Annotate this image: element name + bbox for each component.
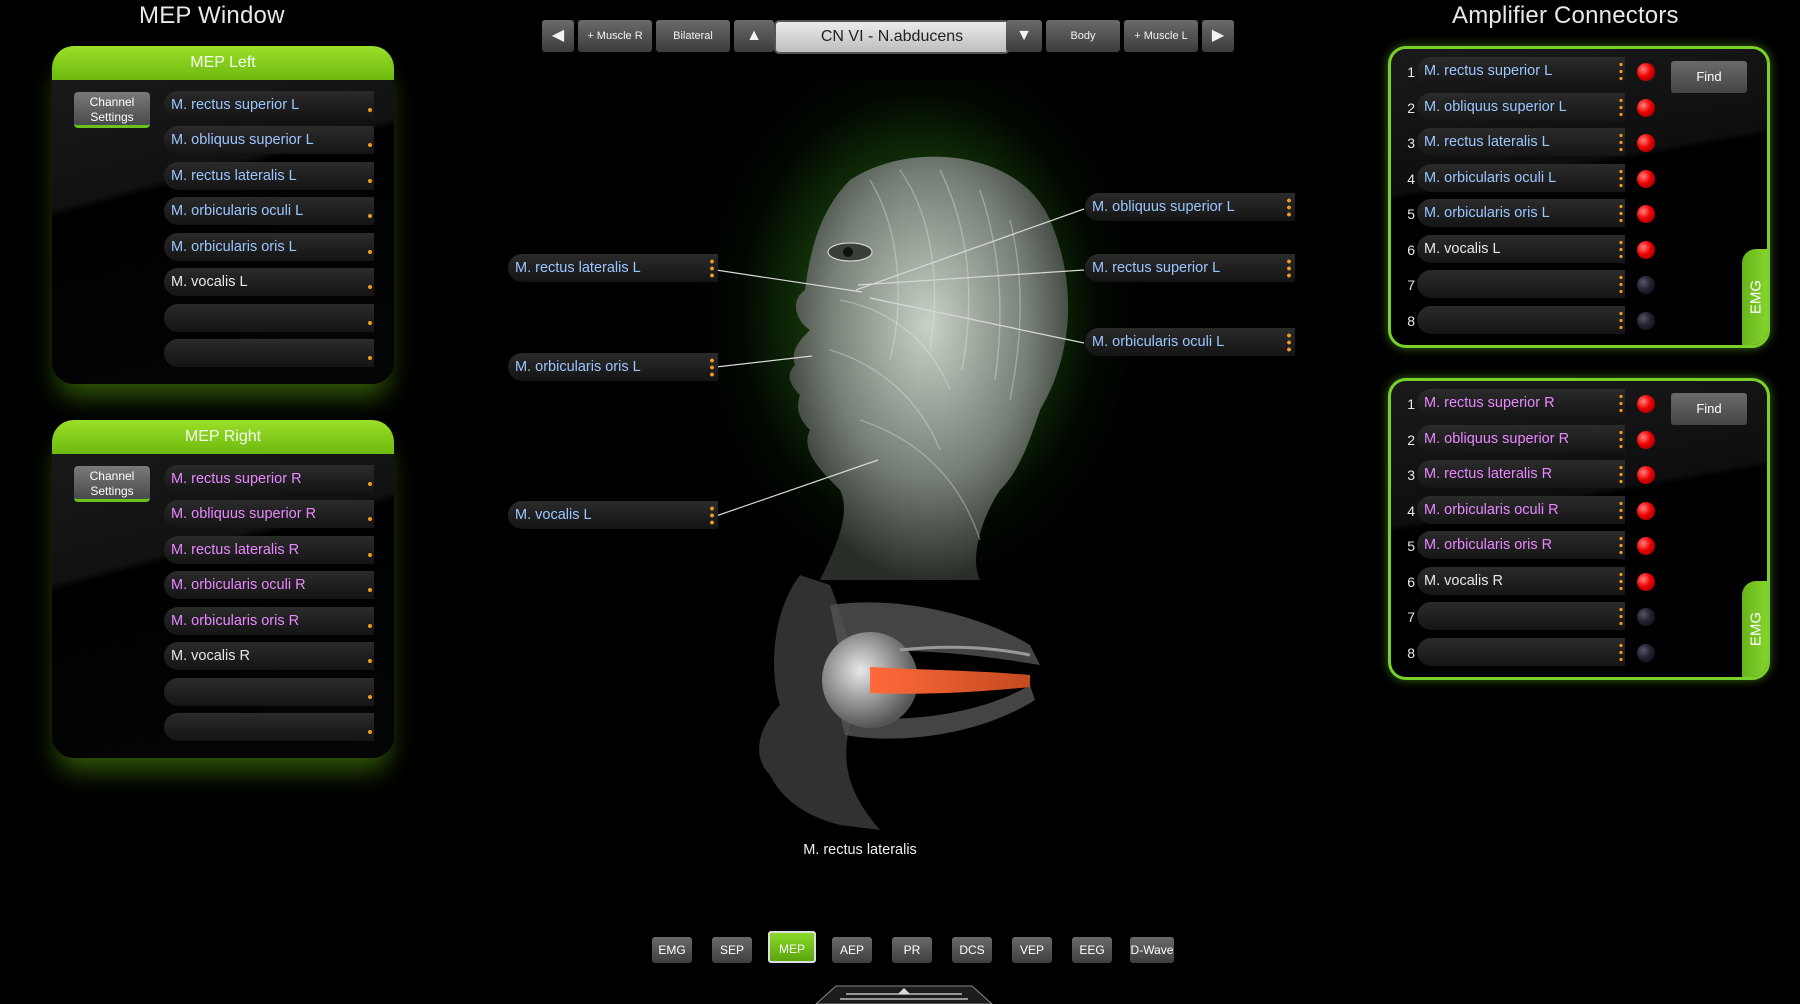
line-vocalis [715, 459, 879, 517]
amp-row: 3 M. rectus lateralis R [1391, 460, 1767, 490]
line-rectus-lateralis [715, 269, 863, 293]
amp-channel-number: 4 [1407, 170, 1415, 187]
status-led-icon [1637, 466, 1655, 484]
amp-channel-slot[interactable]: M. rectus lateralis L [1417, 128, 1625, 156]
amp-row: 8 [1391, 637, 1767, 668]
amp-row: 2 M. obliquus superior L [1391, 92, 1767, 123]
amp-channel-slot[interactable]: M. orbicularis oculi L [1417, 163, 1625, 192]
status-led-icon [1637, 311, 1655, 330]
status-led-icon [1637, 608, 1655, 626]
amp-channel-number: 5 [1407, 538, 1415, 554]
canvas-label-rectus-superior[interactable]: M. rectus superior L [1085, 254, 1295, 282]
amp-channel-slot[interactable] [1417, 602, 1625, 630]
status-led-icon [1637, 537, 1655, 555]
status-led-icon [1637, 98, 1655, 117]
amp-channel-slot[interactable]: M. orbicularis oculi R [1417, 495, 1625, 524]
canvas-label-orbicularis-oculi[interactable]: M. orbicularis oculi L [1085, 328, 1295, 356]
amp-row: 7 [1391, 270, 1767, 300]
amp-channel-slot[interactable]: M. orbicularis oris R [1417, 531, 1625, 559]
canvas-label-text: M. rectus lateralis L [515, 260, 641, 276]
amp-channel-slot[interactable]: M. rectus lateralis R [1417, 460, 1625, 488]
mode-tab-aep[interactable]: AEP [832, 937, 872, 963]
mode-tab-vep[interactable]: VEP [1012, 937, 1052, 963]
emg-tab-label: EMG [1747, 279, 1765, 315]
mode-tab-dcs[interactable]: DCS [952, 937, 992, 963]
mode-tab-pr[interactable]: PR [892, 937, 932, 963]
canvas-label-text: M. rectus superior L [1092, 260, 1221, 276]
amp-row: 4 M. orbicularis oculi L [1391, 163, 1767, 194]
status-led-icon [1637, 169, 1655, 188]
status-led-icon [1637, 240, 1655, 259]
amp-channel-slot[interactable]: M. rectus superior L [1417, 57, 1625, 85]
status-led-icon [1637, 572, 1655, 591]
amp-row: 5 M. orbicularis oris L [1391, 199, 1767, 229]
amp-channel-number: 7 [1407, 609, 1415, 625]
canvas-label-orbicularis-oris[interactable]: M. orbicularis oris L [508, 353, 718, 381]
amp-row: 1 M. rectus superior L [1391, 57, 1767, 87]
amp-row: 5 M. orbicularis oris R [1391, 531, 1767, 561]
status-led-icon [1637, 395, 1655, 413]
status-led-icon [1637, 134, 1655, 152]
amp-row: 8 [1391, 305, 1767, 336]
amp-channel-number: 2 [1407, 431, 1415, 448]
emg-tab-left[interactable]: EMG [1742, 249, 1767, 345]
mode-tab-eeg[interactable]: EEG [1072, 937, 1112, 963]
amp-channel-slot[interactable]: M. orbicularis oris L [1417, 199, 1625, 227]
amp-row: 6 M. vocalis L [1391, 234, 1767, 265]
amp-channel-number: 6 [1407, 241, 1415, 258]
amplifier-panel-right: Find 1 M. rectus superior R 2 M. obliquus s… [1388, 378, 1770, 680]
amp-channel-slot[interactable]: M. obliquus superior R [1417, 424, 1625, 453]
mode-tab-sep[interactable]: SEP [712, 937, 752, 963]
canvas-label-obliquus-superior[interactable]: M. obliquus superior L [1085, 193, 1295, 221]
amplifier-panel-left: Find 1 M. rectus superior L 2 M. obliquus s… [1388, 46, 1770, 348]
amp-row: 3 M. rectus lateralis L [1391, 128, 1767, 158]
canvas-label-rectus-lateralis[interactable]: M. rectus lateralis L [508, 254, 718, 282]
amp-channel-slot[interactable] [1417, 305, 1625, 334]
amp-channel-slot[interactable]: M. obliquus superior L [1417, 92, 1625, 121]
status-led-icon [1637, 430, 1655, 449]
amp-channel-number: 3 [1407, 135, 1415, 151]
status-led-icon [1637, 205, 1655, 223]
amp-row: 6 M. vocalis R [1391, 566, 1767, 597]
amp-channel-number: 5 [1407, 206, 1415, 222]
status-led-icon [1637, 63, 1655, 81]
amp-channel-number: 6 [1407, 573, 1415, 590]
canvas-label-vocalis[interactable]: M. vocalis L [508, 501, 718, 529]
amp-channel-number: 1 [1407, 64, 1415, 80]
amp-channel-slot[interactable]: M. vocalis L [1417, 234, 1625, 263]
eye-muscle-illustration [759, 575, 1040, 830]
amp-channel-number: 2 [1407, 99, 1415, 116]
line-orbicularis-oculi [869, 297, 1085, 344]
emg-tab-right[interactable]: EMG [1742, 581, 1767, 677]
amp-channel-slot[interactable]: M. vocalis R [1417, 566, 1625, 595]
amp-channel-slot[interactable]: M. rectus superior R [1417, 389, 1625, 417]
mode-tab-mep[interactable]: MEP [768, 931, 816, 963]
amp-channel-slot[interactable] [1417, 637, 1625, 666]
canvas-label-text: M. vocalis L [515, 507, 592, 523]
amp-channel-number: 1 [1407, 396, 1415, 412]
status-led-icon [1637, 276, 1655, 294]
canvas-label-text: M. obliquus superior L [1092, 199, 1235, 215]
amp-row: 7 [1391, 602, 1767, 632]
amp-row: 1 M. rectus superior R [1391, 389, 1767, 419]
canvas-label-text: M. orbicularis oculi L [1092, 334, 1225, 350]
eye-caption: M. rectus lateralis [803, 842, 917, 858]
amp-row: 2 M. obliquus superior R [1391, 424, 1767, 455]
amp-channel-number: 3 [1407, 467, 1415, 483]
status-led-icon [1637, 501, 1655, 520]
emg-tab-label: EMG [1747, 611, 1765, 647]
line-orbicularis-oris [715, 355, 813, 368]
amp-channel-number: 7 [1407, 277, 1415, 293]
amp-channel-number: 4 [1407, 502, 1415, 519]
mode-tab-d-wave[interactable]: D-Wave [1130, 937, 1174, 963]
amp-channel-number: 8 [1407, 312, 1415, 329]
amp-row: 4 M. orbicularis oculi R [1391, 495, 1767, 526]
canvas-label-text: M. orbicularis oris L [515, 359, 641, 375]
amp-channel-slot[interactable] [1417, 270, 1625, 298]
bottom-drawer-handle[interactable] [806, 982, 1002, 1004]
mode-tab-emg[interactable]: EMG [652, 937, 692, 963]
amp-channel-number: 8 [1407, 644, 1415, 661]
status-led-icon [1637, 643, 1655, 662]
